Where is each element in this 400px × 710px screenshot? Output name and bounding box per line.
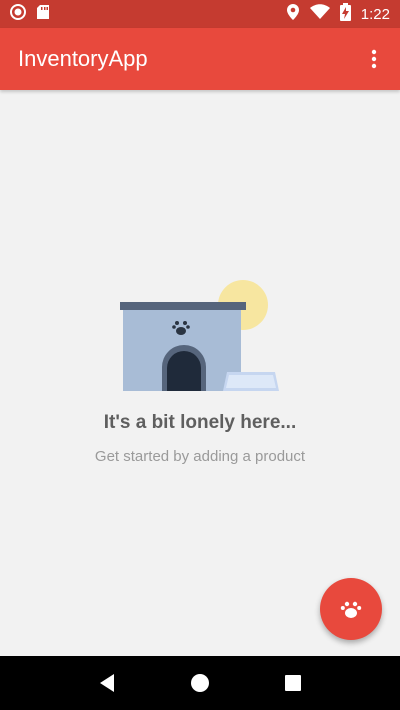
main-content: It's a bit lonely here... Get started by…: [0, 90, 400, 656]
more-vert-icon: [371, 49, 377, 69]
status-time: 1:22: [360, 5, 390, 23]
back-icon: [99, 674, 114, 692]
empty-state-subtitle: Get started by adding a product: [94, 448, 306, 465]
paw-icon: [340, 601, 362, 618]
battery-charging-icon: [339, 2, 351, 26]
doghouse-illustration: [120, 280, 279, 391]
home-icon: [190, 674, 209, 692]
location-icon: [286, 3, 300, 26]
navigation-bar: [0, 656, 400, 710]
add-product-fab[interactable]: [320, 578, 382, 640]
home-button[interactable]: [180, 663, 220, 703]
status-bar: 1:22: [0, 0, 400, 28]
recents-button[interactable]: [273, 663, 313, 703]
wifi-icon: [309, 3, 330, 25]
app-bar: InventoryApp: [0, 28, 400, 90]
empty-state-title: It's a bit lonely here...: [103, 412, 297, 433]
empty-state-illustration: [115, 275, 285, 395]
record-icon: [10, 3, 26, 25]
status-left-icons: [10, 3, 50, 25]
app-title: InventoryApp: [18, 46, 148, 71]
sd-card-icon: [36, 4, 50, 25]
back-button[interactable]: [87, 663, 127, 703]
overflow-menu-button[interactable]: [362, 39, 386, 79]
recents-icon: [285, 675, 302, 691]
status-right-icons: 1:22: [286, 2, 390, 26]
